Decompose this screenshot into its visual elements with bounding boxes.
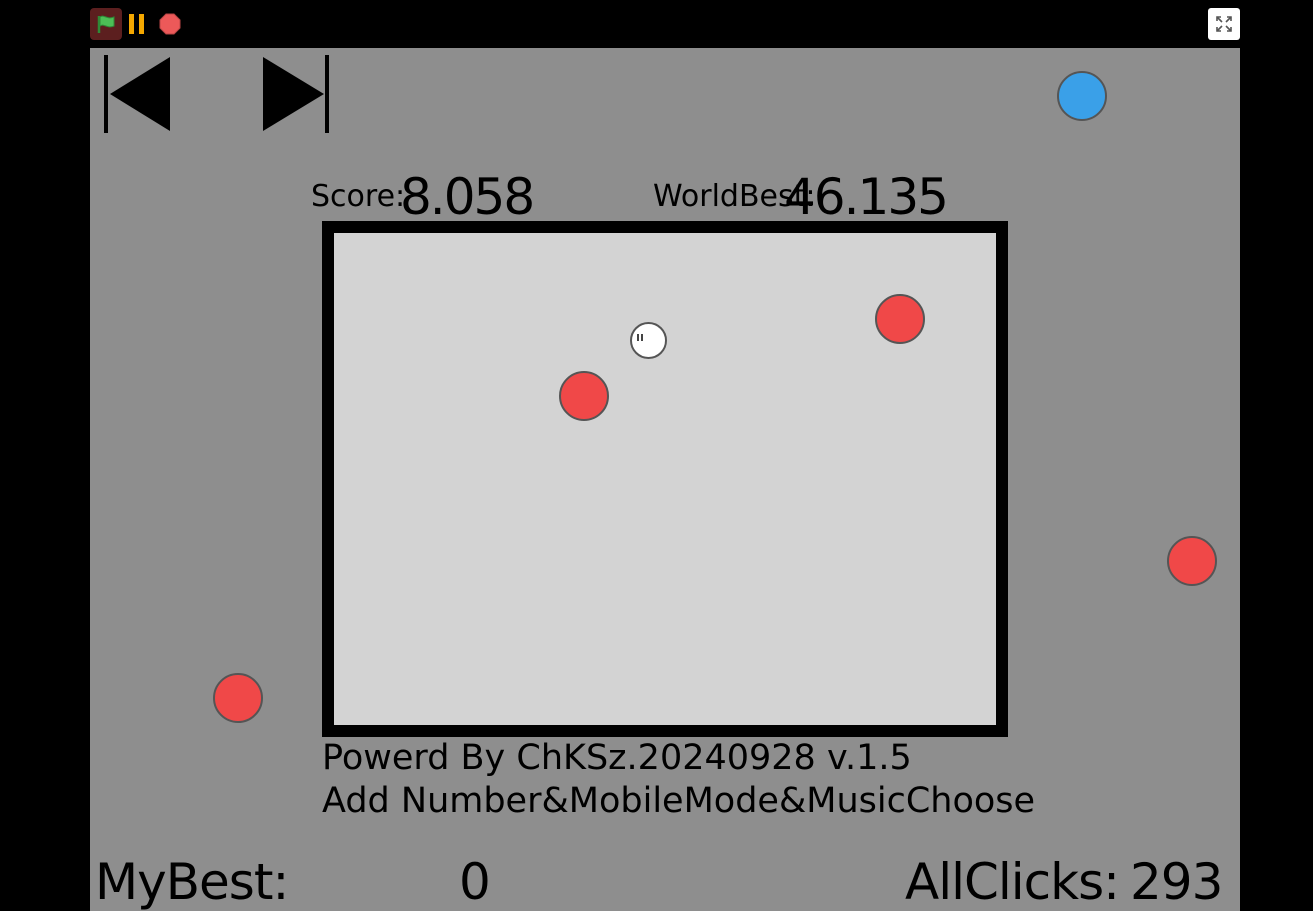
all-clicks-label: AllClicks: <box>905 853 1120 911</box>
play-arena[interactable] <box>322 221 1008 737</box>
game-stage[interactable]: Score: 8.058 WorldBest: 46.135 Powerd By… <box>90 48 1240 911</box>
stop-icon <box>159 13 181 35</box>
enemy-ball <box>875 294 925 344</box>
my-best-label: MyBest: <box>95 853 289 911</box>
green-flag-button[interactable] <box>90 8 122 40</box>
world-best-value: 46.135 <box>784 168 949 226</box>
pause-button[interactable] <box>129 14 147 34</box>
score-value: 8.058 <box>400 168 535 226</box>
next-track-icon[interactable] <box>262 55 330 133</box>
enemy-ball <box>1167 536 1217 586</box>
pause-icon <box>129 14 134 34</box>
green-flag-icon <box>97 15 115 33</box>
my-best-value: 0 <box>459 853 491 911</box>
enemy-ball <box>213 673 263 723</box>
enemy-ball <box>559 371 609 421</box>
player-eyes-icon <box>637 334 643 341</box>
stop-button[interactable] <box>159 13 181 35</box>
credit-line-features: Add Number&MobileMode&MusicChoose <box>322 781 1036 821</box>
fullscreen-icon <box>1216 16 1232 32</box>
credit-line-version: Powerd By ChKSz.20240928 v.1.5 <box>322 738 912 778</box>
blue-ball <box>1057 71 1107 121</box>
player-toolbar <box>0 0 1313 48</box>
player-ball[interactable] <box>630 322 667 359</box>
all-clicks-value: 293 <box>1130 853 1223 911</box>
score-label: Score: <box>311 179 406 214</box>
previous-track-icon[interactable] <box>104 55 172 133</box>
fullscreen-button[interactable] <box>1208 8 1240 40</box>
